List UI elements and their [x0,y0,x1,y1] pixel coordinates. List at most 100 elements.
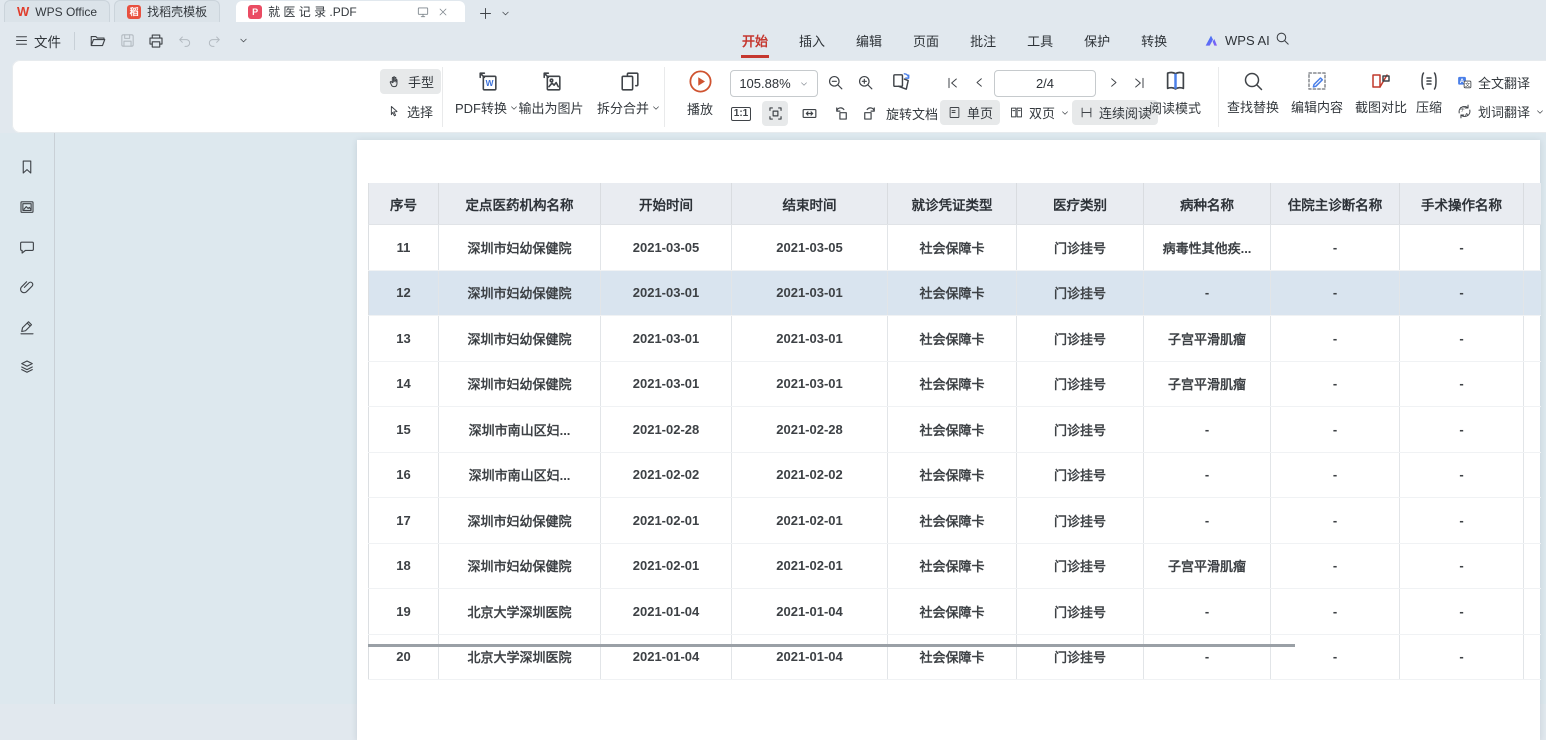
table-cell: 北京大学深圳医院 [439,589,601,635]
signature-icon[interactable] [13,317,41,337]
previous-page-button[interactable] [966,70,992,95]
undo-icon[interactable] [175,32,195,50]
new-tab-button[interactable] [475,4,495,22]
table-cell: 2021-03-01 [601,361,732,407]
rotate-left-icon [832,104,851,123]
table-cell-cropped [1524,452,1541,498]
zoom-level-select[interactable]: 105.88% [730,70,818,97]
edit-content-button[interactable]: 编辑内容 [1286,69,1348,116]
table-cell: 门诊挂号 [1017,589,1144,635]
column-header: 手术操作名称 [1400,183,1524,225]
table-cell: 2021-03-05 [601,225,732,271]
table-cell: 子宫平滑肌瘤 [1144,543,1271,589]
file-menu-label: 文件 [34,31,61,51]
actual-size-button[interactable]: 1:1 [728,101,754,126]
menu-tab-7[interactable]: 转换 [1140,23,1168,58]
export-as-image-button[interactable]: 输出为图片 [507,69,595,117]
find-replace-icon [1241,69,1265,93]
wps-ai-button[interactable]: WPS AI [1203,22,1270,59]
print-icon[interactable] [146,32,166,50]
fit-width-button[interactable] [762,101,788,126]
column-header: 住院主诊断名称 [1271,183,1400,225]
table-row: 12深圳市妇幼保健院2021-03-012021-03-01社会保障卡门诊挂号-… [369,270,1541,316]
menu-tab-2[interactable]: 编辑 [855,23,883,58]
zoom-out-button[interactable] [822,70,848,95]
chevron-down-icon [1535,107,1545,117]
page-number-input[interactable]: 2/4 [994,70,1096,97]
fit-page-button[interactable] [796,101,822,126]
rotate-right-button[interactable] [856,101,882,126]
save-icon[interactable] [117,32,137,50]
single-page-button[interactable]: 单页 [940,100,1000,125]
table-cell: 社会保障卡 [888,361,1017,407]
table-cell: 深圳市妇幼保健院 [439,361,601,407]
rotate-document-button[interactable] [888,69,914,94]
continuous-read-icon [1079,105,1094,120]
table-cell: 深圳市妇幼保健院 [439,270,601,316]
comments-icon[interactable] [13,237,41,257]
quick-access-chevron-icon[interactable] [233,32,253,50]
rotate-right-icon [860,104,879,123]
open-file-icon[interactable] [88,32,108,50]
screenshot-compare-button[interactable]: 截图对比 [1350,69,1412,116]
table-cell: 2021-02-02 [601,452,732,498]
svg-text:A: A [1465,112,1469,118]
present-to-screen-icon[interactable] [413,3,433,21]
pdf-convert-label: PDF转换 [455,98,507,117]
full-translate-button[interactable]: A文 全文翻译 [1456,73,1530,92]
thumbnails-icon[interactable] [13,197,41,217]
zoom-in-button[interactable] [852,70,878,95]
menu-tab-0[interactable]: 开始 [741,23,769,58]
read-mode-button[interactable]: 阅读模式 [1144,67,1206,117]
compress-icon [1417,69,1441,93]
table-cell: 深圳市妇幼保健院 [439,498,601,544]
divider [74,32,75,50]
rotate-document-label[interactable]: 旋转文档 [886,104,938,123]
table-cell: - [1144,634,1271,680]
menu-tab-5[interactable]: 工具 [1026,23,1054,58]
first-page-button[interactable] [940,70,966,95]
table-row: 19北京大学深圳医院2021-01-042021-01-04社会保障卡门诊挂号-… [369,589,1541,635]
menu-tab-1[interactable]: 插入 [798,23,826,58]
tab-list-chevron-icon[interactable] [495,4,515,22]
wps-ai-label: WPS AI [1225,33,1270,48]
rotate-left-button[interactable] [828,101,854,126]
word-translate-button[interactable]: 字A 划词翻译 [1456,102,1545,121]
double-page-icon [1009,105,1024,120]
file-menu-button[interactable]: 文件 [14,31,61,51]
table-cell: 2021-03-05 [732,225,888,271]
find-replace-button[interactable]: 查找替换 [1222,69,1284,116]
compress-button[interactable]: 压缩 [1406,69,1452,116]
tab-label: 找稻壳模板 [147,3,207,20]
menu-tab-4[interactable]: 批注 [969,23,997,58]
zoom-level-value: 105.88% [739,76,790,91]
hand-tool-button[interactable]: 手型 [380,69,441,94]
menu-tab-6[interactable]: 保护 [1083,23,1111,58]
select-tool-button[interactable]: 选择 [380,99,440,124]
menu-tab-3[interactable]: 页面 [912,23,940,58]
tab-wps-office[interactable]: W WPS Office [4,0,110,22]
tab-document-pdf[interactable]: P 就 医 记 录 .PDF [236,1,465,22]
split-merge-button[interactable]: 拆分合并 [588,69,670,117]
play-button[interactable]: 播放 [672,68,728,118]
double-page-button[interactable]: 双页 [1002,100,1077,125]
redo-icon[interactable] [204,32,224,50]
bookmarks-icon[interactable] [13,157,41,177]
close-tab-icon[interactable] [433,3,453,21]
column-header: 定点医药机构名称 [439,183,601,225]
table-cell: 社会保障卡 [888,316,1017,362]
word-translate-label: 划词翻译 [1478,102,1530,121]
table-cell: - [1271,543,1400,589]
table-cell: 社会保障卡 [888,589,1017,635]
layers-icon[interactable] [13,357,41,377]
table-cell: - [1271,407,1400,453]
search-icon[interactable] [1274,30,1291,47]
table-cell: 社会保障卡 [888,452,1017,498]
table-cell: - [1144,407,1271,453]
table-cell: 门诊挂号 [1017,270,1144,316]
tab-docer-templates[interactable]: 稻 找稻壳模板 [114,0,220,22]
table-cell: - [1271,589,1400,635]
svg-text:W: W [485,78,493,88]
next-page-button[interactable] [1100,70,1126,95]
attachments-icon[interactable] [13,277,41,297]
